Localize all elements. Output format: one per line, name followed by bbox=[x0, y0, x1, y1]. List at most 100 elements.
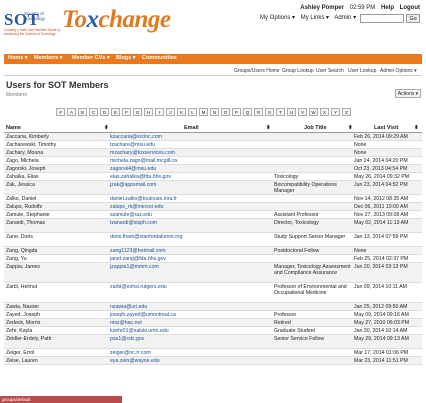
alphabet-letter[interactable]: T bbox=[276, 108, 285, 116]
alphabet-letter[interactable]: N bbox=[210, 108, 219, 116]
go-button[interactable]: Go bbox=[406, 14, 420, 23]
member-email-link[interactable]: jzappia1@mmm.com bbox=[110, 264, 270, 270]
member-name-link[interactable]: Zago, Michela bbox=[6, 158, 110, 164]
col-job-title[interactable]: Job Title bbox=[304, 125, 327, 131]
help-link[interactable]: Help bbox=[381, 5, 394, 11]
member-email-link[interactable]: tzachare@msu.edu bbox=[110, 142, 270, 148]
alphabet-letter[interactable]: B bbox=[78, 108, 87, 116]
member-name-link[interactable]: Zacharewski, Timothy bbox=[6, 142, 110, 148]
alphabet-letter[interactable]: M bbox=[199, 108, 208, 116]
alphabet-letter[interactable]: C bbox=[89, 108, 98, 116]
alphabet-letter[interactable]: G bbox=[133, 108, 142, 116]
nav-blogs[interactable]: Blogs ▾ bbox=[116, 55, 136, 61]
member-email-link[interactable]: msz@hac.net bbox=[110, 320, 270, 326]
alphabet-letter[interactable]: V bbox=[298, 108, 307, 116]
subnav-group-lookup[interactable]: Group Lookup bbox=[282, 68, 314, 74]
alphabet-letter[interactable]: S bbox=[265, 108, 274, 116]
search-input[interactable] bbox=[360, 14, 404, 23]
member-email-link[interactable]: szamule@raz.edu bbox=[110, 212, 270, 218]
member-email-link[interactable]: zeiger@nc.rr.com bbox=[110, 350, 270, 356]
member-email-link[interactable]: zalups_rk@mercer.edu bbox=[110, 204, 270, 210]
member-name-link[interactable]: Zachary, Mouna bbox=[6, 150, 110, 156]
col-last-visit[interactable]: Last Visit bbox=[374, 125, 398, 131]
member-name-link[interactable]: Zanardi, Thomas bbox=[6, 220, 110, 226]
admin-menu[interactable]: Admin ▾ bbox=[334, 15, 356, 21]
alphabet-letter[interactable]: F bbox=[122, 108, 131, 116]
member-email-link[interactable]: doris.tham@stanfordalumni.org bbox=[110, 234, 270, 240]
col-email[interactable]: Email bbox=[184, 125, 199, 131]
member-email-link[interactable]: zarbl@eohsi.rutgers.edu bbox=[110, 284, 270, 290]
subnav-groups-home[interactable]: Groups/Users Home bbox=[234, 68, 280, 74]
my-options-menu[interactable]: My Options ▾ bbox=[260, 15, 295, 21]
member-email-link[interactable]: jzak@appsmail.com bbox=[110, 182, 270, 188]
nav-members[interactable]: Members ▾ bbox=[34, 55, 62, 61]
member-name-link[interactable]: Zeidler-Erdely, Patti bbox=[6, 336, 110, 342]
member-email-link[interactable]: eya.zein@wayne.edu bbox=[110, 358, 270, 364]
member-name-link[interactable]: Zappia, James bbox=[6, 264, 110, 270]
member-name-link[interactable]: Zahalka, Elias bbox=[6, 174, 110, 180]
member-email-link[interactable]: mzachary@toxservices.com bbox=[110, 150, 270, 156]
alphabet-letter[interactable]: # bbox=[56, 108, 65, 116]
alphabet-letter[interactable]: K bbox=[177, 108, 186, 116]
logout-link[interactable]: Logout bbox=[400, 5, 420, 11]
member-email-link[interactable]: pas1@cdc.gov bbox=[110, 336, 270, 342]
alphabet-letter[interactable]: H bbox=[144, 108, 153, 116]
alphabet-letter[interactable]: Q bbox=[243, 108, 252, 116]
nav-communities[interactable]: Communities bbox=[142, 55, 177, 61]
member-name-link[interactable]: Zeise, Lauren bbox=[6, 358, 110, 364]
member-name-link[interactable]: Zak, Jessica bbox=[6, 182, 110, 188]
member-name-link[interactable]: Zamule, Stephanie bbox=[6, 212, 110, 218]
alphabet-letter[interactable]: J bbox=[166, 108, 175, 116]
alphabet-letter[interactable]: E bbox=[111, 108, 120, 116]
alphabet-letter[interactable]: I bbox=[155, 108, 164, 116]
member-name-link[interactable]: Zayed, Joseph bbox=[6, 312, 110, 318]
col-name[interactable]: Name bbox=[6, 125, 21, 131]
member-name-link[interactable]: Zaccaria, Kimberly bbox=[6, 134, 110, 140]
sort-icon[interactable]: ⬍ bbox=[266, 125, 271, 131]
alphabet-letter[interactable]: A bbox=[67, 108, 76, 116]
alphabet-letter[interactable]: Z bbox=[342, 108, 351, 116]
alphabet-letter[interactable]: R bbox=[254, 108, 263, 116]
nav-member-cvs[interactable]: Member CVs ▾ bbox=[72, 55, 110, 61]
member-name-link[interactable]: Zedeck, Morris bbox=[6, 320, 110, 326]
sort-icon[interactable]: ⬍ bbox=[348, 125, 353, 131]
sort-icon[interactable]: ⬍ bbox=[104, 125, 109, 131]
member-name-link[interactable]: Zagorski, Joseph bbox=[6, 166, 110, 172]
nav-home[interactable]: Home ▾ bbox=[8, 55, 28, 61]
member-email-link[interactable]: joseph.zayed@umontreal.ca bbox=[110, 312, 270, 318]
alphabet-letter[interactable]: U bbox=[287, 108, 296, 116]
member-name-link[interactable]: Zehr, Kayla bbox=[6, 328, 110, 334]
alphabet-letter[interactable]: Y bbox=[331, 108, 340, 116]
member-name-link[interactable]: Zawia, Nasser bbox=[6, 304, 110, 310]
alphabet-letter[interactable]: L bbox=[188, 108, 197, 116]
toxchange-logo[interactable]: Toxchange bbox=[62, 6, 171, 34]
member-email-link[interactable]: kzaccaria@srcinc.com bbox=[110, 134, 270, 140]
member-email-link[interactable]: michela.zago@mail.mcgill.ca bbox=[110, 158, 270, 164]
alphabet-letter[interactable]: X bbox=[320, 108, 329, 116]
member-email-link[interactable]: kzehr01@saluki.umn.edu bbox=[110, 328, 270, 334]
subnav-user-search[interactable]: User Search bbox=[316, 68, 344, 74]
member-name-link[interactable]: Zang, Yu bbox=[6, 256, 110, 262]
member-email-link[interactable]: zagorsk4@msu.edu bbox=[110, 166, 270, 172]
my-links-menu[interactable]: My Links ▾ bbox=[301, 15, 329, 21]
member-name-link[interactable]: Zeiger, Errol bbox=[6, 350, 110, 356]
member-name-link[interactable]: Zane, Doris bbox=[6, 234, 110, 240]
member-email-link[interactable]: nzawia@uri.edu bbox=[110, 304, 270, 310]
actions-button[interactable]: Actions ▾ bbox=[395, 89, 421, 98]
member-email-link[interactable]: janet.zang@fda.hhs.gov bbox=[110, 256, 270, 262]
subnav-user-lookup[interactable]: User Lookup bbox=[348, 68, 376, 74]
member-email-link[interactable]: daniel.zalko@toulouse.inra.fr bbox=[110, 196, 270, 202]
member-email-link[interactable]: tzanardi@sisph.com bbox=[110, 220, 270, 226]
member-name-link[interactable]: Zalups, Rudolfs bbox=[6, 204, 110, 210]
member-email-link[interactable]: elas.zahalka@fda.hhs.gov bbox=[110, 174, 270, 180]
alphabet-letter[interactable]: P bbox=[232, 108, 241, 116]
alphabet-letter[interactable]: O bbox=[221, 108, 230, 116]
member-email-link[interactable]: zang1123@hotmail.com bbox=[110, 248, 270, 254]
alphabet-letter[interactable]: D bbox=[100, 108, 109, 116]
sort-icon[interactable]: ⬍ bbox=[414, 125, 419, 131]
member-name-link[interactable]: Zalko, Daniel bbox=[6, 196, 110, 202]
member-name-link[interactable]: Zang, Qingda bbox=[6, 248, 110, 254]
subnav-admin-options[interactable]: Admin Options ▾ bbox=[380, 68, 417, 74]
alphabet-letter[interactable]: W bbox=[309, 108, 318, 116]
member-name-link[interactable]: Zarbl, Helmut bbox=[6, 284, 110, 290]
